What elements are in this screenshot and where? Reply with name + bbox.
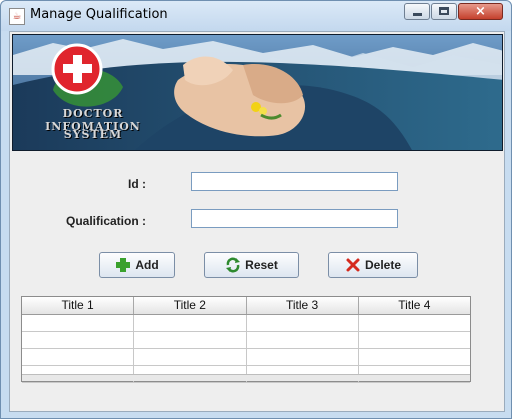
- delete-x-icon: [346, 258, 360, 272]
- add-button[interactable]: Add: [99, 252, 175, 278]
- delete-button[interactable]: Delete: [328, 252, 418, 278]
- table-row[interactable]: [22, 315, 470, 332]
- window-title: Manage Qualification: [30, 7, 168, 22]
- table-cell[interactable]: [247, 349, 359, 365]
- column-header-title-1[interactable]: Title 1: [22, 297, 135, 314]
- table-cell[interactable]: [22, 332, 135, 348]
- table-cell[interactable]: [359, 349, 470, 365]
- column-header-title-2[interactable]: Title 2: [134, 297, 247, 314]
- id-label: Id :: [128, 177, 146, 191]
- table-scroll-area: [22, 374, 470, 381]
- delete-button-label: Delete: [364, 258, 402, 272]
- table-cell[interactable]: [247, 332, 359, 348]
- qualification-input[interactable]: [191, 209, 398, 228]
- qualification-table[interactable]: Title 1 Title 2 Title 3 Title 4: [21, 296, 471, 383]
- reset-button-label: Reset: [245, 258, 278, 272]
- table-cell[interactable]: [134, 349, 247, 365]
- table-header: Title 1 Title 2 Title 3 Title 4: [22, 297, 470, 315]
- column-header-title-3[interactable]: Title 3: [247, 297, 359, 314]
- refresh-icon: [226, 257, 241, 273]
- content-panel: DOCTOR INFOMATION SYSTEM Id : Qualificat…: [9, 31, 505, 412]
- application-window: ☕ Manage Qualification × DOCTOR INFOMATI…: [0, 0, 512, 419]
- close-icon: ×: [475, 4, 486, 19]
- column-header-title-4[interactable]: Title 4: [359, 297, 470, 314]
- plus-icon: [116, 258, 131, 272]
- table-row[interactable]: [22, 349, 470, 366]
- table-cell[interactable]: [134, 332, 247, 348]
- qualification-label: Qualification :: [65, 214, 146, 228]
- java-icon[interactable]: ☕: [9, 8, 25, 25]
- banner-title-line2: SYSTEM: [63, 128, 123, 141]
- minimize-icon: [413, 13, 422, 16]
- title-bar[interactable]: ☕ Manage Qualification ×: [1, 1, 511, 31]
- table-cell[interactable]: [134, 315, 247, 331]
- table-cell[interactable]: [247, 315, 359, 331]
- minimize-button[interactable]: [404, 3, 430, 20]
- banner-image: DOCTOR INFOMATION SYSTEM: [12, 34, 503, 151]
- table-cell[interactable]: [22, 349, 135, 365]
- table-row[interactable]: [22, 332, 470, 349]
- id-input[interactable]: [191, 172, 398, 191]
- close-button[interactable]: ×: [458, 3, 503, 20]
- add-button-label: Add: [135, 258, 159, 272]
- maximize-icon: [439, 7, 449, 15]
- maximize-button[interactable]: [431, 3, 457, 20]
- table-cell[interactable]: [359, 315, 470, 331]
- table-cell[interactable]: [359, 332, 470, 348]
- table-cell[interactable]: [22, 315, 135, 331]
- reset-button[interactable]: Reset: [204, 252, 299, 278]
